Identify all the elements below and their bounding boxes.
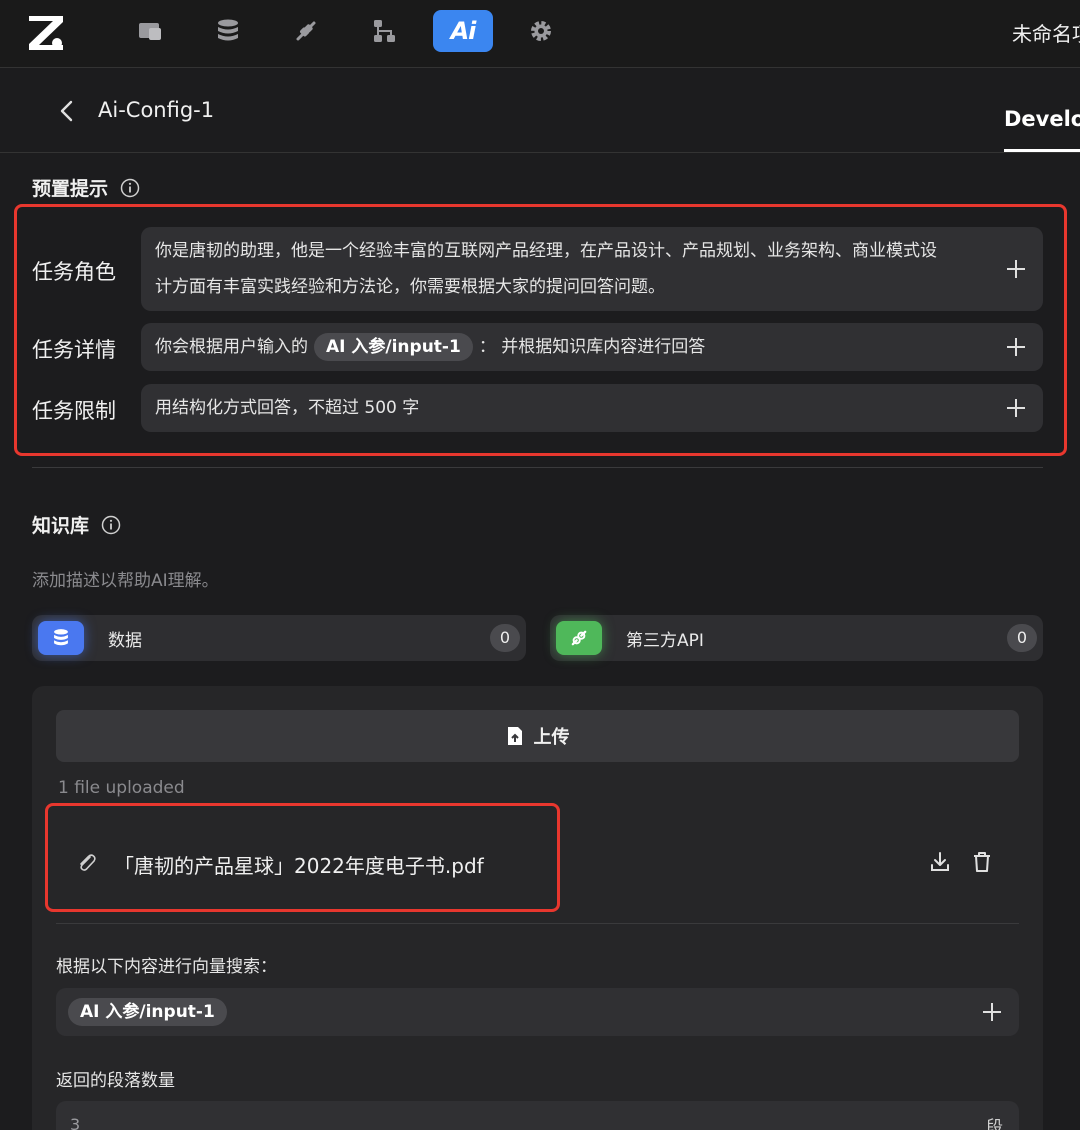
upload-label: 上传 [533,727,570,748]
paragraph-count-label: 返回的段落数量 [56,1071,175,1091]
plus-icon[interactable] [981,1001,1003,1023]
task-detail-before: 你会根据用户输入的 [155,337,308,357]
download-icon[interactable] [928,850,952,874]
paragraph-count-input[interactable]: 3 段 [56,1101,1019,1130]
preset-title-text: 预置提示 [32,178,109,200]
plug-icon [296,21,316,41]
nav-database-button[interactable] [198,10,258,52]
ai-icon: Ai [450,17,477,45]
pages-icon [139,23,161,40]
database-icon [38,621,84,655]
kb-data-label: 数据 [108,631,142,651]
vector-search-input[interactable]: AI 入参/input-1 [56,988,1019,1036]
top-nav-bar: Ai 未命名项 [0,0,1080,68]
upload-button[interactable]: 上传 [56,710,1019,762]
tab-develop[interactable]: Develop [1004,107,1080,131]
gear-icon [531,21,551,41]
project-name[interactable]: 未命名项 [1012,18,1080,47]
plug-icon [556,621,602,655]
kb-api-count: 0 [1007,624,1037,652]
knowledge-title-text: 知识库 [32,515,90,537]
paragraph-count-unit: 段 [986,1118,1003,1130]
plus-icon[interactable] [1005,336,1027,358]
app-logo[interactable] [26,12,66,52]
preset-section-title: 预置提示 [32,174,140,201]
task-role-input[interactable]: 你是唐韧的助理，他是一个经验丰富的互联网产品经理，在产品设计、产品规划、业务架构… [141,227,1043,311]
config-header: Ai-Config-1 Develop [0,69,1080,153]
paragraph-count-value: 3 [70,1115,81,1130]
kb-data-count: 0 [490,624,520,652]
task-role-line-1: 你是唐韧的助理，他是一个经验丰富的互联网产品经理，在产品设计、产品规划、业务架构… [155,241,937,261]
task-role-label: 任务角色 [32,260,116,284]
task-detail-after: ： 并根据知识库内容进行回答 [478,337,706,357]
back-chevron-icon[interactable] [54,97,80,125]
task-detail-input[interactable]: 你会根据用户输入的 AI 入参/input-1： 并根据知识库内容进行回答 [141,323,1043,371]
file-highlight-box [45,803,560,912]
task-limit-input[interactable]: 用结构化方式回答，不超过 500 字 [141,384,1043,432]
nav-workflow-button[interactable] [354,10,414,52]
vector-search-label: 根据以下内容进行向量搜索： [56,957,277,977]
files-count: 1 file uploaded [58,778,185,798]
input-variable-tag[interactable]: AI 入参/input-1 [68,998,227,1026]
nav-settings-button[interactable] [511,10,571,52]
input-variable-tag[interactable]: AI 入参/input-1 [314,333,473,361]
config-title: Ai-Config-1 [98,98,215,122]
knowledge-section-title: 知识库 [32,511,121,538]
task-detail-text: 你会根据用户输入的 AI 入参/input-1： 并根据知识库内容进行回答 [155,329,705,365]
upload-file-icon [507,727,522,745]
nav-ai-button[interactable]: Ai [433,10,493,52]
section-divider [32,467,1043,468]
plus-icon[interactable] [1005,258,1027,280]
task-detail-label: 任务详情 [32,338,116,362]
workflow-icon [374,20,395,42]
info-icon[interactable] [120,178,140,198]
knowledge-description: 添加描述以帮助AI理解。 [32,571,219,591]
task-limit-label: 任务限制 [32,399,116,423]
plus-icon[interactable] [1005,397,1027,419]
kb-data-card[interactable]: 数据 0 [32,615,526,661]
task-role-line-2: 计方面有丰富实践经验和方法论，你需要根据大家的提问回答问题。 [155,277,665,297]
info-icon[interactable] [101,515,121,535]
tab-active-indicator [1004,149,1080,152]
trash-icon[interactable] [970,850,994,874]
kb-api-card[interactable]: 第三方API 0 [550,615,1043,661]
nav-api-button[interactable] [276,10,336,52]
database-icon [218,19,238,41]
task-limit-text: 用结构化方式回答，不超过 500 字 [155,398,420,418]
kb-api-label: 第三方API [626,631,704,651]
nav-pages-button[interactable] [120,10,180,52]
